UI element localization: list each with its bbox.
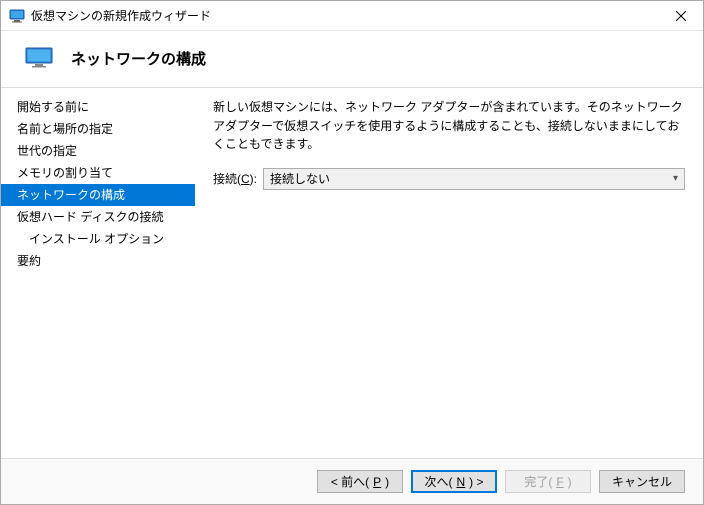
next-label-pre: 次へ( (424, 473, 452, 490)
finish-label-post: ) (568, 475, 572, 489)
close-button[interactable] (658, 1, 703, 31)
next-label-post: ) > (469, 475, 483, 489)
connection-label: 接続(C): (213, 170, 257, 187)
wizard-header: ネットワークの構成 (1, 31, 703, 87)
sidebar-item-7[interactable]: 要約 (1, 250, 195, 272)
prev-label-post: ) (385, 475, 389, 489)
sidebar-item-5[interactable]: 仮想ハード ディスクの接続 (1, 206, 195, 228)
finish-button: 完了( F) (505, 470, 591, 493)
titlebar: 仮想マシンの新規作成ウィザード (1, 1, 703, 31)
step-title: ネットワークの構成 (71, 48, 206, 69)
prev-label-key: P (373, 475, 381, 489)
app-monitor-icon (9, 8, 25, 24)
finish-label-pre: 完了( (524, 473, 552, 490)
connection-label-pre: 接続( (213, 172, 241, 186)
close-icon (676, 11, 686, 21)
chevron-down-icon: ▾ (673, 173, 678, 184)
cancel-label: キャンセル (612, 473, 672, 490)
sidebar-item-4[interactable]: ネットワークの構成 (1, 184, 195, 206)
prev-label-pre: < 前へ( (331, 473, 369, 490)
wizard-body: 開始する前に名前と場所の指定世代の指定メモリの割り当てネットワークの構成仮想ハー… (1, 87, 703, 458)
sidebar-item-0[interactable]: 開始する前に (1, 96, 195, 118)
connection-label-key: C (241, 172, 250, 186)
next-button[interactable]: 次へ( N ) > (411, 470, 497, 493)
description-text: 新しい仮想マシンには、ネットワーク アダプターが含まれています。そのネットワーク… (213, 98, 685, 154)
content-panel: 新しい仮想マシンには、ネットワーク アダプターが含まれています。そのネットワーク… (195, 88, 703, 458)
step-sidebar: 開始する前に名前と場所の指定世代の指定メモリの割り当てネットワークの構成仮想ハー… (1, 88, 195, 458)
prev-button[interactable]: < 前へ( P) (317, 470, 403, 493)
connection-field-row: 接続(C): 接続しない ▾ (213, 168, 685, 190)
next-label-key: N (456, 475, 465, 489)
window-title: 仮想マシンの新規作成ウィザード (31, 7, 211, 24)
cancel-button[interactable]: キャンセル (599, 470, 685, 493)
sidebar-item-6[interactable]: インストール オプション (1, 228, 195, 250)
sidebar-item-3[interactable]: メモリの割り当て (1, 162, 195, 184)
wizard-footer: < 前へ( P) 次へ( N ) > 完了( F) キャンセル (1, 458, 703, 504)
sidebar-item-1[interactable]: 名前と場所の指定 (1, 118, 195, 140)
finish-label-key: F (556, 475, 563, 489)
connection-select[interactable]: 接続しない ▾ (263, 168, 685, 190)
connection-label-post: ): (250, 172, 257, 186)
connection-select-value: 接続しない (270, 170, 330, 187)
step-monitor-icon (25, 47, 53, 69)
sidebar-item-2[interactable]: 世代の指定 (1, 140, 195, 162)
